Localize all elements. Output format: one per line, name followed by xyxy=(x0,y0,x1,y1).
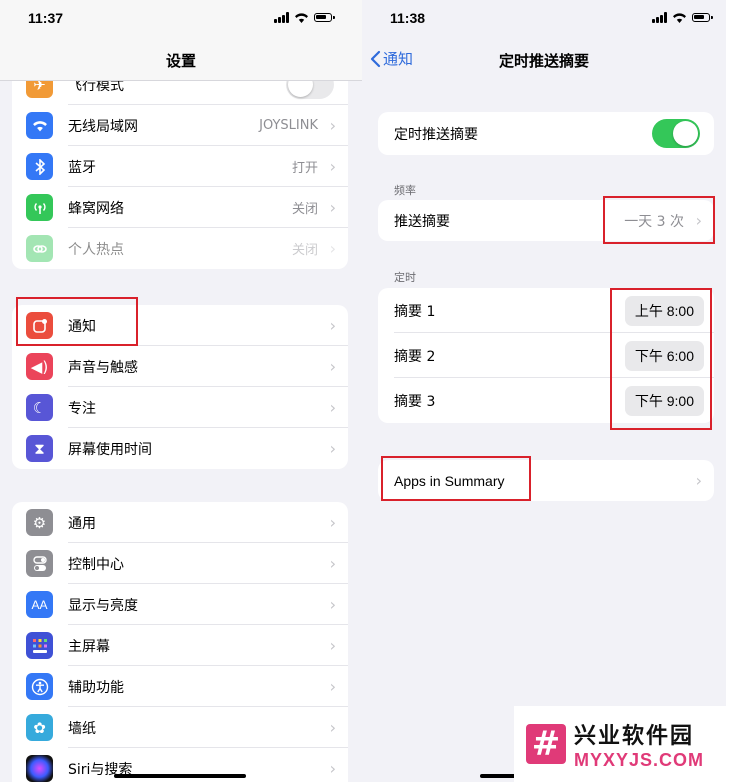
row-label: 控制中心 xyxy=(68,556,124,573)
switches-icon xyxy=(26,550,53,577)
highlight-apps xyxy=(381,456,531,501)
row-label: 显示与亮度 xyxy=(68,597,138,614)
settings-row-wallpaper[interactable]: ✿ 墙纸 › xyxy=(12,707,348,748)
chevron-right-icon: › xyxy=(329,116,336,135)
aa-icon: AA xyxy=(26,591,53,618)
settings-row-general[interactable]: ⚙ 通用 › xyxy=(12,502,348,543)
highlight-frequency xyxy=(603,196,715,244)
settings-row-display[interactable]: AA 显示与亮度 › xyxy=(12,584,348,625)
general-group: ⚙ 通用 › 控制中心 › AA 显示与亮度 › 主屏幕 › 辅助功能 › ✿ … xyxy=(12,502,348,782)
chevron-right-icon: › xyxy=(329,636,336,655)
chevron-right-icon: › xyxy=(329,239,336,258)
bluetooth-icon xyxy=(26,153,53,180)
settings-screen: 11:37 设置 ✈ 飞行模式 无线局域网 JOYSLINK › xyxy=(0,0,362,782)
row-label: 通用 xyxy=(68,515,96,532)
home-screen-icon xyxy=(26,632,53,659)
row-value: 关闭 xyxy=(291,202,318,217)
row-label: 个人热点 xyxy=(68,241,124,258)
chevron-right-icon: › xyxy=(329,513,336,532)
settings-row-bluetooth[interactable]: 蓝牙 打开 › xyxy=(12,146,348,187)
status-bar-top: 11:37 xyxy=(0,0,362,38)
summary-toggle-group: 定时推送摘要 xyxy=(378,112,714,155)
timing-header: 定时 xyxy=(394,271,416,284)
chevron-right-icon: › xyxy=(329,759,336,778)
row-label: 定时推送摘要 xyxy=(394,126,478,143)
chevron-right-icon: › xyxy=(329,718,336,737)
chevron-right-icon: › xyxy=(329,595,336,614)
row-value: JOYSLINK xyxy=(259,118,318,133)
settings-row-control-center[interactable]: 控制中心 › xyxy=(12,543,348,584)
row-label: 墙纸 xyxy=(68,720,96,737)
chevron-right-icon: › xyxy=(329,357,336,376)
chevron-right-icon: › xyxy=(695,471,702,490)
page-title: 定时推送摘要 xyxy=(498,52,589,70)
settings-row-screen-time[interactable]: ⧗ 屏幕使用时间 › xyxy=(12,428,348,469)
chevron-right-icon: › xyxy=(329,554,336,573)
row-label: 摘要 1 xyxy=(394,303,436,320)
cellular-icon xyxy=(26,194,53,221)
battery-icon xyxy=(692,13,713,22)
hourglass-icon: ⧗ xyxy=(26,435,53,462)
row-label: 声音与触感 xyxy=(68,359,138,376)
signal-icon xyxy=(652,12,667,23)
wifi-status-icon xyxy=(673,13,686,23)
status-time: 11:37 xyxy=(28,10,64,26)
watermark-logo: # xyxy=(526,724,566,764)
row-label: 屏幕使用时间 xyxy=(68,441,152,458)
siri-icon xyxy=(26,755,53,782)
settings-row-wifi[interactable]: 无线局域网 JOYSLINK › xyxy=(12,105,348,146)
settings-row-focus[interactable]: ☾ 专注 › xyxy=(12,387,348,428)
status-bar: 11:38 xyxy=(362,0,726,38)
chevron-right-icon: › xyxy=(329,677,336,696)
settings-row-sounds[interactable]: ◀) 声音与触感 › xyxy=(12,346,348,387)
row-label: 无线局域网 xyxy=(68,118,138,135)
nav-bar: 通知 定时推送摘要 xyxy=(362,38,726,80)
summary-toggle[interactable] xyxy=(652,119,700,148)
status-time: 11:38 xyxy=(390,10,426,26)
row-label: 主屏幕 xyxy=(68,638,110,655)
row-label: 辅助功能 xyxy=(68,679,124,696)
signal-icon xyxy=(274,12,289,23)
home-indicator xyxy=(114,774,246,778)
page-title: 设置 xyxy=(165,52,196,70)
nav-divider xyxy=(0,80,362,81)
chevron-right-icon: › xyxy=(329,198,336,217)
scheduled-summary-screen: 11:38 通知 定时推送摘要 定时推送摘要 频率 推送摘要 一天 3 次 › … xyxy=(362,0,726,782)
highlight-times xyxy=(610,288,712,430)
watermark: # 兴业软件园 MYXYJS.COM xyxy=(514,706,729,782)
settings-row-hotspot[interactable]: 个人热点 关闭 › xyxy=(12,228,348,269)
accessibility-icon xyxy=(26,673,53,700)
watermark-cn: 兴业软件园 xyxy=(574,724,695,749)
row-label: 推送摘要 xyxy=(394,213,450,230)
wifi-status-icon xyxy=(295,13,308,23)
row-label: 蓝牙 xyxy=(68,159,96,176)
chevron-right-icon: › xyxy=(329,398,336,417)
highlight-notifications xyxy=(16,297,138,346)
watermark-en: MYXYJS.COM xyxy=(574,750,705,770)
wifi-icon xyxy=(26,112,53,139)
settings-row-cellular[interactable]: 蜂窝网络 关闭 › xyxy=(12,187,348,228)
battery-icon xyxy=(314,13,335,22)
chevron-right-icon: › xyxy=(329,439,336,458)
status-icons xyxy=(274,12,335,23)
settings-row-accessibility[interactable]: 辅助功能 › xyxy=(12,666,348,707)
flower-icon: ✿ xyxy=(26,714,53,741)
frequency-header: 频率 xyxy=(394,184,416,197)
chevron-right-icon: › xyxy=(329,157,336,176)
row-label: 专注 xyxy=(68,400,96,417)
row-label: 摘要 3 xyxy=(394,393,436,410)
gear-icon: ⚙ xyxy=(26,509,53,536)
row-label: 蜂窝网络 xyxy=(68,200,124,217)
row-value: 打开 xyxy=(291,161,318,176)
moon-icon: ☾ xyxy=(26,394,53,421)
row-value: 关闭 xyxy=(291,243,318,258)
speaker-icon: ◀) xyxy=(26,353,53,380)
row-label: 摘要 2 xyxy=(394,348,436,365)
settings-row-home-screen[interactable]: 主屏幕 › xyxy=(12,625,348,666)
connectivity-group: ✈ 飞行模式 无线局域网 JOYSLINK › 蓝牙 打开 › 蜂窝网络 关闭 … xyxy=(12,64,348,269)
chevron-right-icon: › xyxy=(329,316,336,335)
summary-toggle-row: 定时推送摘要 xyxy=(378,112,714,155)
hotspot-icon xyxy=(26,235,53,262)
status-icons xyxy=(652,12,713,23)
